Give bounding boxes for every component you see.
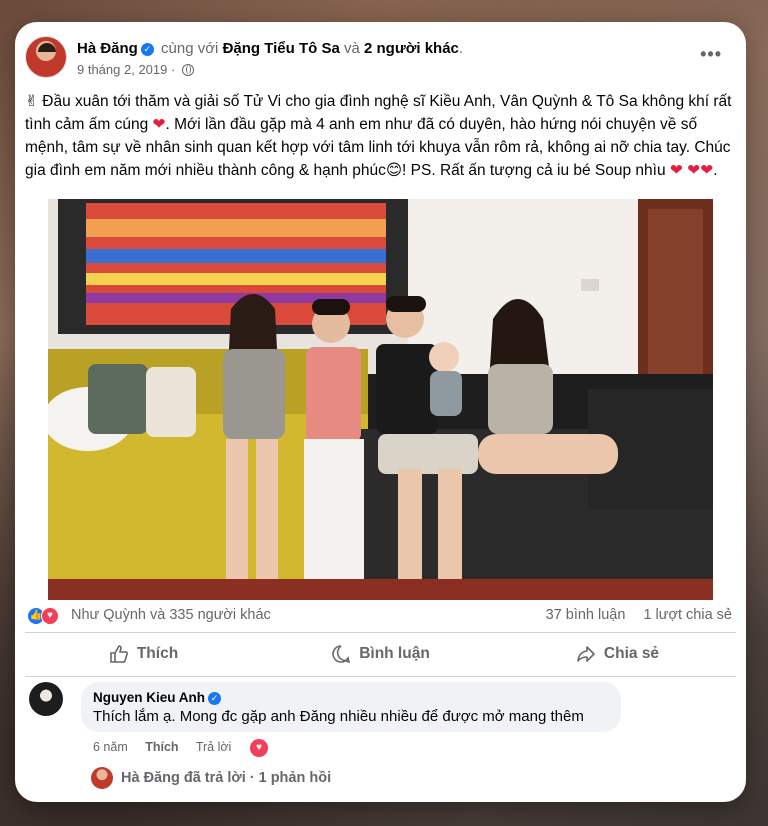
comment-love-reaction-icon[interactable]: ♥ — [250, 739, 268, 757]
love-reaction-icon: ♥ — [41, 607, 59, 625]
author-avatar[interactable] — [25, 36, 67, 78]
share-label: Chia sẻ — [603, 645, 660, 662]
author-name[interactable]: Hà Đăng — [77, 40, 138, 57]
commenter-avatar[interactable] — [29, 682, 63, 716]
post-text: ✌ Đầu xuân tới thăm và giải số Tử Vi cho… — [25, 90, 737, 182]
reaction-count[interactable]: Như Quỳnh và 335 người khác — [71, 607, 271, 623]
replier-avatar — [91, 767, 113, 789]
post-header: Hà Đăng ✓ cùng với Đặng Tiểu Tô Sa và 2 n… — [25, 36, 736, 82]
comment-count[interactable]: 37 bình luận — [546, 607, 626, 623]
comment-icon — [332, 645, 351, 664]
post-photo[interactable] — [48, 199, 713, 600]
comment-time[interactable]: 6 năm — [93, 740, 128, 754]
with-text: cùng với — [161, 40, 219, 57]
post-stats: 37 bình luận 1 lượt chia sẻ — [532, 607, 732, 623]
reactions-bar: 👍 ♥ Như Quỳnh và 335 người khác 37 bình … — [25, 606, 736, 628]
share-icon — [577, 646, 595, 662]
comment-text: Thích lắm ạ. Mong đc gặp anh Đăng nhiều … — [93, 708, 584, 725]
comment-like-button[interactable]: Thích — [145, 740, 178, 754]
post-text-part3: ! PS. Rất ấn tượng cả iu bé Soup nhìu — [402, 162, 670, 179]
photo-illustration — [48, 199, 713, 600]
tagged-name[interactable]: Đặng Tiểu Tô Sa — [223, 40, 340, 57]
comment-label: Bình luận — [359, 645, 430, 662]
comment-item: Nguyen Kieu Anh ✓ Thích lắm ạ. Mong đc gặ… — [25, 682, 736, 789]
divider — [25, 676, 736, 677]
verified-icon: ✓ — [208, 692, 222, 705]
share-count[interactable]: 1 lượt chia sẻ — [643, 607, 732, 623]
action-bar: Thích Bình luận Chia sẻ — [25, 636, 736, 672]
others-link[interactable]: 2 người khác — [364, 40, 459, 57]
post-date[interactable]: 9 tháng 2, 2019 · — [77, 62, 175, 77]
end-dot: . — [713, 162, 718, 179]
view-replies-link[interactable]: Hà Đăng đã trả lời · 1 phản hồi — [91, 767, 332, 789]
divider — [25, 632, 736, 633]
commenter-name-line: Nguyen Kieu Anh ✓ — [93, 690, 609, 705]
end-dot: . — [458, 40, 464, 57]
hearts-emoji: ❤❤ — [687, 162, 714, 179]
globe-icon — [181, 64, 194, 76]
comment-meta: 6 năm Thích Trả lời — [93, 740, 245, 754]
heart-emoji: ❤ — [152, 116, 166, 133]
smile-emoji: 😊 — [385, 162, 403, 179]
post-card: Hà Đăng ✓ cùng với Đặng Tiểu Tô Sa và 2 n… — [15, 22, 746, 802]
heart-emoji: ❤ — [669, 162, 683, 179]
post-meta: 9 tháng 2, 2019 · — [77, 62, 194, 77]
verified-icon: ✓ — [140, 43, 154, 56]
share-button[interactable]: Chia sẻ — [499, 636, 736, 672]
reply-summary: Hà Đăng đã trả lời · 1 phản hồi — [121, 770, 332, 786]
more-options-icon[interactable]: ••• — [700, 44, 722, 65]
commenter-name[interactable]: Nguyen Kieu Anh — [93, 690, 205, 705]
thumbs-up-icon — [110, 645, 128, 663]
author-line: Hà Đăng ✓ cùng với Đặng Tiểu Tô Sa và 2 n… — [77, 40, 463, 57]
comment-reply-button[interactable]: Trả lời — [196, 740, 232, 754]
and-text: và — [343, 40, 360, 57]
like-button[interactable]: Thích — [25, 636, 262, 672]
like-label: Thích — [136, 645, 179, 662]
reaction-icons[interactable]: 👍 ♥ — [27, 607, 65, 625]
comment-button[interactable]: Bình luận — [262, 636, 499, 672]
comment-bubble: Nguyen Kieu Anh ✓ Thích lắm ạ. Mong đc gặ… — [81, 682, 621, 732]
